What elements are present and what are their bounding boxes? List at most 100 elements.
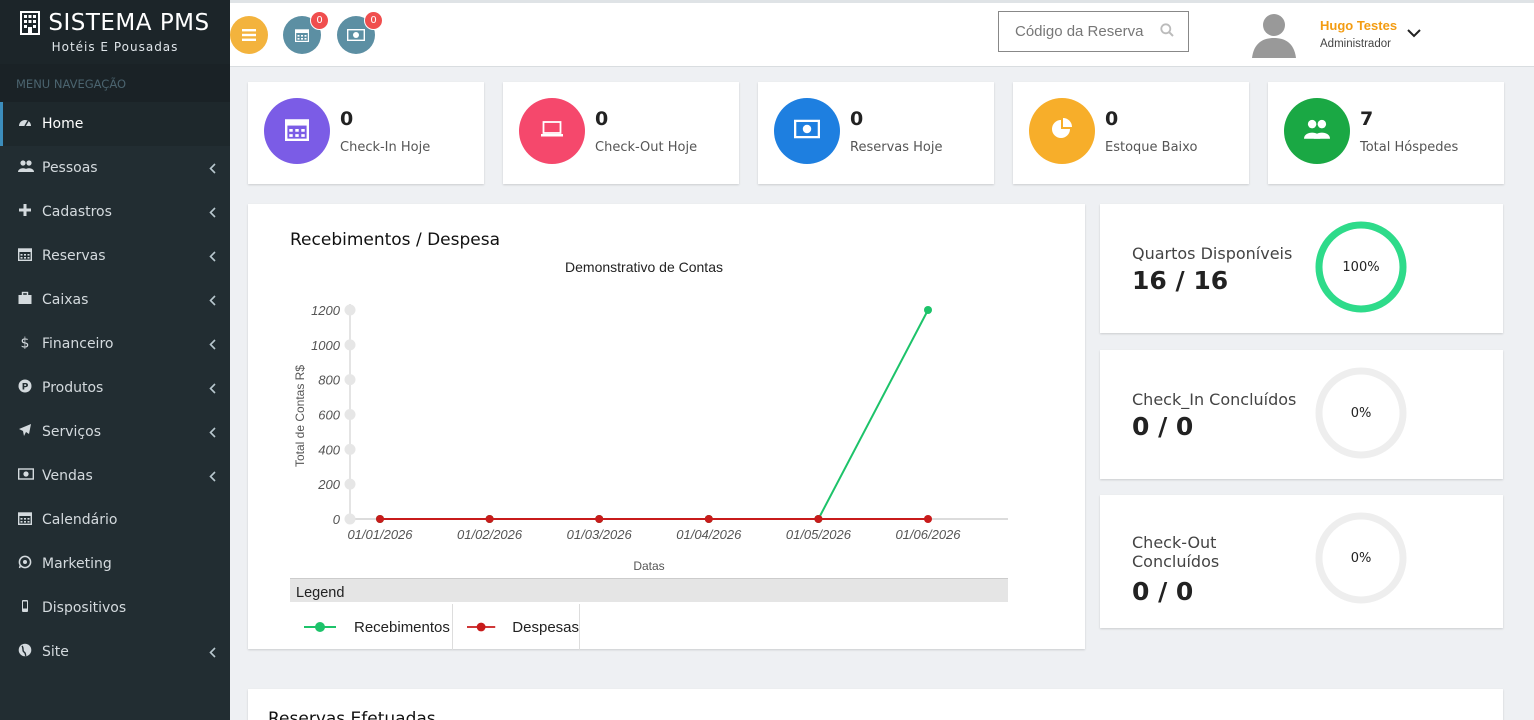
sidebar-item-dispositivos[interactable]: Dispositivos (0, 586, 230, 630)
stat-card[interactable]: 0 Check-Out Hoje (503, 82, 739, 184)
brand[interactable]: SISTEMA PMS Hotéis E Pousadas (0, 0, 230, 64)
sidebar-item-financeiro[interactable]: $ Financeiro (0, 322, 230, 366)
x-tick-label: 01/06/2026 (895, 527, 961, 542)
sidebar-item-marketing[interactable]: Marketing (0, 542, 230, 586)
sidebar-item-produtos[interactable]: P Produtos (0, 366, 230, 410)
money-icon (17, 467, 42, 485)
menu-toggle-button[interactable] (230, 16, 268, 54)
stat-label: Reservas Hoje (850, 140, 943, 155)
top-bar: 0 0 Hugo Testes Administrador (230, 0, 1534, 67)
status-panel-label: Check_In Concluídos (1132, 390, 1297, 409)
y-axis-label: Total de Contas R$ (293, 365, 307, 467)
status-panel-value: 16 / 16 (1132, 266, 1229, 295)
money-icon (347, 29, 365, 41)
sidebar-item-reservas[interactable]: Reservas (0, 234, 230, 278)
status-panel-label: Check-Out Concluídos (1132, 533, 1220, 571)
sidebar-item-caixas[interactable]: Caixas (0, 278, 230, 322)
sidebar-item-label: Pessoas (42, 160, 98, 176)
y-tick-label: 0 (333, 512, 341, 527)
sidebar-item-label: Caixas (42, 292, 89, 308)
stat-label: Total Hóspedes (1360, 140, 1459, 155)
status-panel-value: 0 / 0 (1132, 577, 1194, 606)
user-avatar[interactable] (1250, 10, 1298, 58)
sidebar-item-servicos[interactable]: Serviços (0, 410, 230, 454)
stat-card[interactable]: 7 Total Hóspedes (1268, 82, 1504, 184)
stat-card[interactable]: 0 Estoque Baixo (1013, 82, 1249, 184)
pie-chart-icon (1050, 117, 1074, 145)
reservations-notification-button[interactable]: 0 (283, 11, 329, 54)
data-point-despesas (485, 515, 494, 523)
hamburger-icon (242, 29, 256, 41)
legend-item[interactable]: Despesas (453, 604, 580, 650)
sidebar-item-site[interactable]: Site (0, 630, 230, 674)
stat-card[interactable]: 0 Reservas Hoje (758, 82, 994, 184)
sidebar-item-vendas[interactable]: Vendas (0, 454, 230, 498)
y-tick-label: 200 (317, 477, 340, 492)
users-icon (1304, 117, 1330, 145)
y-tick-mark (344, 443, 356, 455)
globe-icon (18, 643, 42, 661)
sidebar-item-label: Marketing (42, 556, 112, 572)
sidebar-item-pessoas[interactable]: Pessoas (0, 146, 230, 190)
status-panel: Check_In Concluídos 0 / 0 0% (1100, 350, 1503, 479)
mobile-icon (18, 599, 42, 617)
status-panel-label: Quartos Disponíveis (1132, 244, 1293, 263)
stat-icon-circle (1029, 98, 1095, 164)
data-point-despesas (924, 515, 932, 523)
chevron-left-icon (209, 291, 216, 310)
legend-title: Legend (296, 585, 345, 601)
chart-title: Demonstrativo de Contas (565, 259, 723, 275)
chevron-left-icon (209, 159, 216, 178)
sidebar-item-cadastros[interactable]: Cadastros (0, 190, 230, 234)
legend-item[interactable]: Recebimentos (290, 604, 453, 650)
plus-icon (18, 203, 42, 221)
y-tick-label: 400 (318, 442, 340, 457)
x-tick-label: 01/01/2026 (347, 527, 413, 542)
chevron-left-icon (209, 203, 216, 222)
search-icon[interactable] (1160, 23, 1174, 37)
svg-text:P: P (22, 383, 29, 393)
payments-badge: 0 (364, 11, 383, 30)
x-tick-label: 01/04/2026 (676, 527, 742, 542)
users-icon (18, 159, 42, 177)
data-point-despesas (704, 515, 713, 523)
stat-value: 0 (1105, 108, 1119, 130)
y-tick-mark (344, 409, 356, 420)
legend-header: Legend (290, 578, 1008, 602)
user-name[interactable]: Hugo Testes (1320, 18, 1397, 33)
svg-text:$: $ (21, 336, 30, 350)
reservation-code-input[interactable] (1015, 23, 1155, 40)
chevron-down-icon[interactable] (1406, 27, 1422, 39)
y-tick-mark (344, 513, 356, 525)
plane-icon (18, 423, 42, 441)
x-tick-label: 01/03/2026 (567, 527, 633, 542)
sidebar-item-home[interactable]: Home (0, 102, 230, 146)
stat-label: Check-Out Hoje (595, 140, 698, 155)
sidebar-menu: Home Pessoas Cadastros Reservas Caixas $ Finan… (0, 102, 230, 674)
sidebar: SISTEMA PMS Hotéis E Pousadas MENU NAVEG… (0, 0, 230, 720)
progress-percent: 0% (1350, 405, 1372, 421)
sidebar-item-calendario[interactable]: Calendário (0, 498, 230, 542)
sidebar-item-label: Dispositivos (42, 600, 127, 616)
reservations-badge: 0 (310, 11, 329, 30)
legend-marker (467, 622, 496, 632)
whatsapp-icon (18, 555, 42, 573)
chevron-left-icon (209, 247, 216, 266)
stat-value: 7 (1360, 108, 1374, 130)
stat-value: 0 (340, 108, 354, 130)
y-tick-mark (344, 339, 356, 351)
data-point-recebimentos (924, 306, 932, 314)
building-icon (20, 11, 41, 35)
dashboard-icon (18, 115, 42, 133)
legend-label: Recebimentos (354, 618, 450, 636)
calendar-icon (284, 117, 310, 145)
brand-title-row: SISTEMA PMS (20, 10, 209, 36)
menu-header: MENU NAVEGAÇÃO (0, 64, 230, 102)
stat-card[interactable]: 0 Check-In Hoje (248, 82, 484, 184)
x-tick-label: 01/02/2026 (457, 527, 523, 542)
sidebar-item-label: Calendário (42, 512, 118, 528)
chevron-left-icon (209, 467, 216, 486)
y-tick-label: 1200 (311, 303, 341, 318)
payments-notification-button[interactable]: 0 (337, 11, 383, 54)
dollar-icon: $ (18, 335, 42, 353)
